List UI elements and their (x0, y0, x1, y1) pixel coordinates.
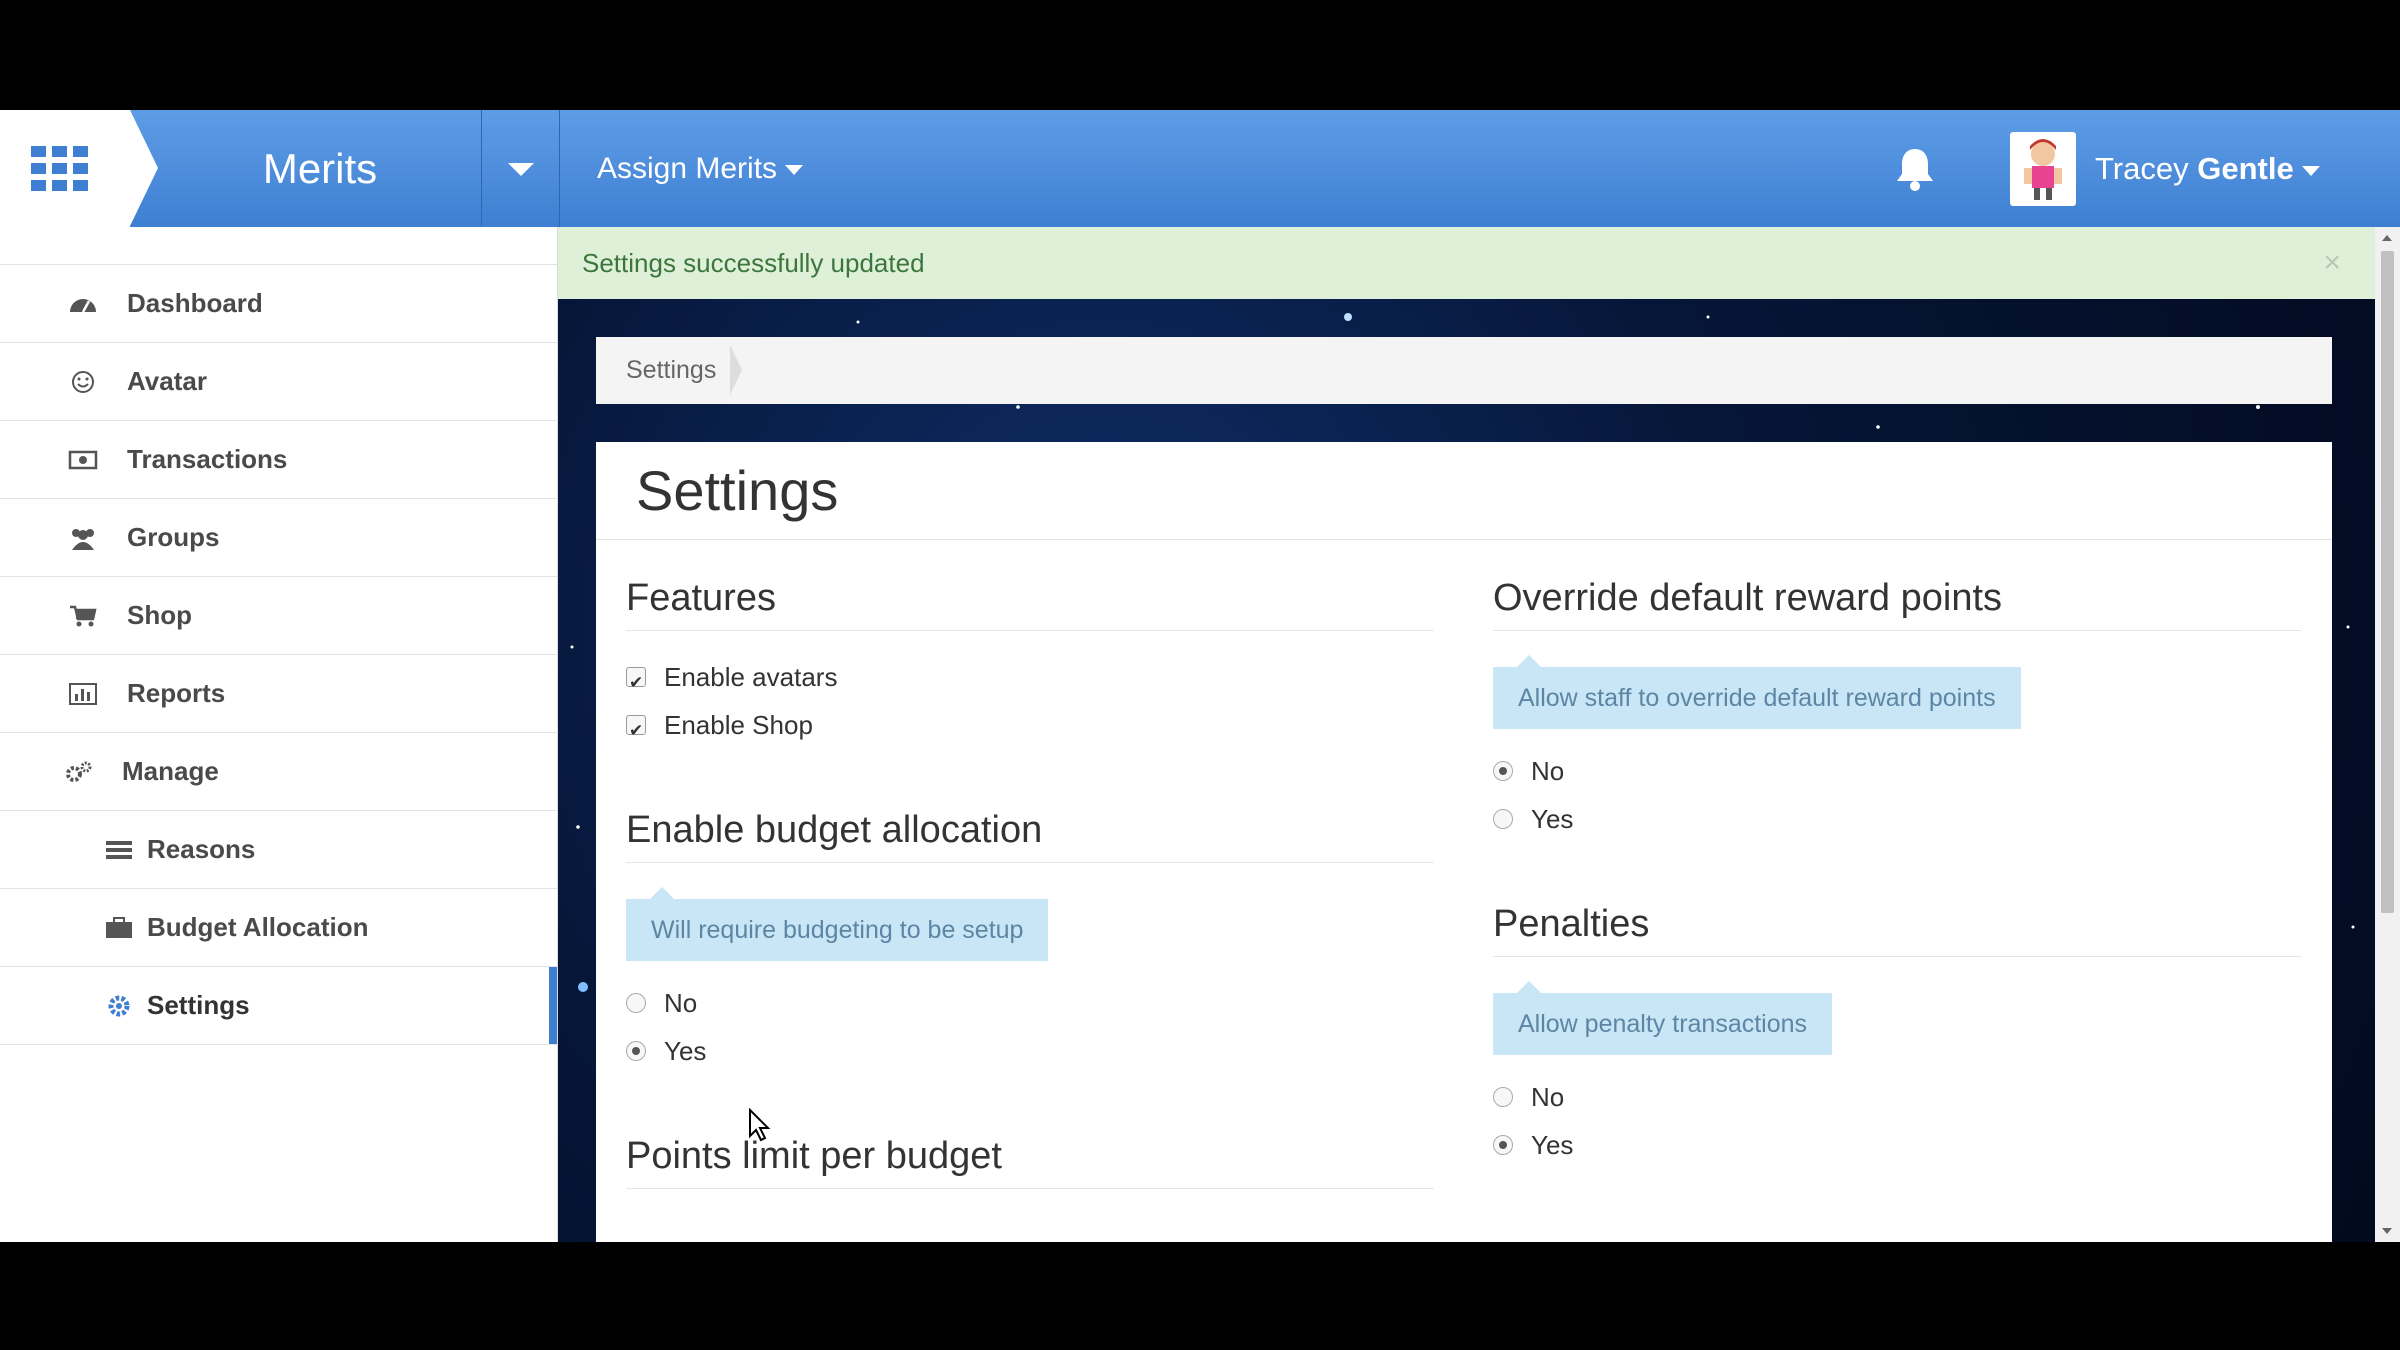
brand-dropdown-button[interactable] (481, 110, 560, 227)
enable-avatars-checkbox[interactable] (626, 659, 646, 707)
override-yes-label: Yes (1531, 804, 1574, 834)
main-content: Settings successfully updated × Settings… (558, 227, 2375, 1242)
sidebar-item-avatar[interactable]: Avatar (0, 343, 557, 421)
budget-hint: Will require budgeting to be setup (626, 887, 1049, 961)
grid-icon (31, 146, 88, 191)
sidebar-item-transactions[interactable]: Transactions (0, 421, 557, 499)
budget-yes-label: Yes (664, 1036, 707, 1066)
caret-down-icon (785, 165, 804, 176)
enable-shop-label: Enable Shop (664, 710, 813, 740)
sidebar-item-budget-allocation[interactable]: Budget Allocation (0, 889, 557, 967)
apps-menu-button[interactable] (0, 110, 158, 227)
penalties-yes-label: Yes (1531, 1130, 1574, 1160)
top-navbar: Merits Assign Merits Tracey Gentle (0, 110, 2400, 227)
app-window: Merits Assign Merits Tracey Gentle Dashb… (0, 110, 2400, 1242)
penalties-yes-radio[interactable] (1493, 1135, 1513, 1155)
chevron-right-icon (730, 345, 742, 395)
settings-left-column: Features Enable avatars Enable Shop Enab… (626, 577, 1434, 1189)
sidebar-item-dashboard[interactable]: Dashboard (0, 265, 557, 343)
user-last-name: Gentle (2197, 151, 2294, 186)
mouse-cursor-icon (749, 1108, 771, 1142)
breadcrumb: Settings (596, 337, 2332, 404)
sidebar-item-groups[interactable]: Groups (0, 499, 557, 577)
budget-no-radio[interactable] (626, 993, 646, 1013)
user-first-name: Tracey (2095, 151, 2189, 186)
bar-chart-icon (69, 683, 97, 705)
override-heading: Override default reward points (1493, 577, 2301, 631)
enable-avatars-option[interactable]: Enable avatars (626, 653, 1434, 707)
sidebar-item-reports[interactable]: Reports (0, 655, 557, 733)
sidebar: Dashboard Avatar Transactions Groups Sho… (0, 227, 558, 1242)
settings-right-column: Override default reward points Allow sta… (1493, 577, 2301, 1169)
caret-down-icon (508, 163, 534, 176)
penalties-heading: Penalties (1493, 903, 2301, 957)
bell-icon[interactable] (1893, 146, 1937, 192)
budget-option-no[interactable]: No (626, 979, 1434, 1027)
sidebar-item-shop[interactable]: Shop (0, 577, 557, 655)
penalties-no-label: No (1531, 1082, 1565, 1112)
briefcase-icon (106, 917, 132, 938)
brand-title[interactable]: Merits (160, 110, 480, 227)
enable-avatars-label: Enable avatars (664, 662, 838, 692)
gear-icon (108, 995, 130, 1017)
caret-down-icon (2301, 165, 2320, 176)
page-title: Settings (636, 459, 839, 522)
avatar-image (2024, 139, 2062, 200)
sidebar-item-settings[interactable]: Settings (0, 967, 557, 1045)
override-no-label: No (1531, 756, 1565, 786)
penalties-option-no[interactable]: No (1493, 1073, 2301, 1121)
enable-shop-checkbox[interactable] (626, 707, 646, 755)
alert-message: Settings successfully updated (582, 248, 925, 278)
override-option-no[interactable]: No (1493, 747, 2301, 795)
penalties-option-yes[interactable]: Yes (1493, 1121, 2301, 1169)
user-menu[interactable]: Tracey Gentle (2095, 110, 2320, 227)
sidebar-item-manage[interactable]: Manage (0, 733, 557, 811)
money-icon (68, 450, 98, 470)
points-limit-heading: Points limit per budget (626, 1135, 1434, 1189)
budget-no-label: No (664, 988, 698, 1018)
enable-shop-option[interactable]: Enable Shop (626, 701, 1434, 755)
sidebar-item-reasons[interactable]: Reasons (0, 811, 557, 889)
budget-yes-radio[interactable] (626, 1041, 646, 1061)
close-icon[interactable]: × (2323, 227, 2341, 299)
settings-panel: Settings Features Enable avatars Enable … (596, 442, 2332, 1242)
cart-icon (70, 605, 97, 627)
penalties-no-radio[interactable] (1493, 1087, 1513, 1107)
override-no-radio[interactable] (1493, 761, 1513, 781)
penalties-hint: Allow penalty transactions (1493, 981, 1833, 1055)
budget-option-yes[interactable]: Yes (626, 1027, 1434, 1075)
breadcrumb-item-settings[interactable]: Settings (626, 337, 716, 404)
scroll-down-icon[interactable] (2382, 1228, 2392, 1234)
smile-icon (72, 371, 94, 393)
override-hint: Allow staff to override default reward p… (1493, 655, 2021, 729)
dashboard-icon (70, 299, 96, 313)
cogs-icon (66, 761, 92, 782)
list-icon (106, 841, 132, 859)
avatar[interactable] (2010, 132, 2076, 206)
users-icon (72, 529, 94, 550)
assign-merits-label: Assign Merits (597, 152, 778, 185)
features-heading: Features (626, 577, 1434, 631)
assign-merits-menu[interactable]: Assign Merits (597, 110, 804, 227)
scrollbar-thumb[interactable] (2381, 251, 2394, 913)
override-option-yes[interactable]: Yes (1493, 795, 2301, 843)
success-alert: Settings successfully updated × (558, 227, 2375, 299)
budget-heading: Enable budget allocation (626, 809, 1434, 863)
scroll-up-icon[interactable] (2382, 235, 2392, 241)
page-scrollbar[interactable] (2375, 227, 2400, 1242)
override-yes-radio[interactable] (1493, 809, 1513, 829)
